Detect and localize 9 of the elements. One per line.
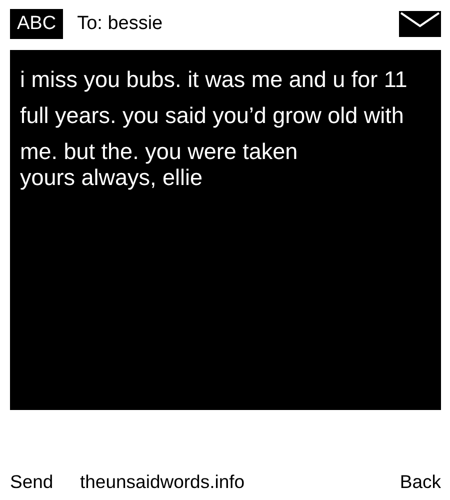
signature-text: yours always, ellie xyxy=(20,166,204,190)
website-label: theunsaidwords.info xyxy=(80,471,246,493)
recipient-label: To: bessie xyxy=(77,13,164,35)
message-area[interactable]: i miss you bubs. it was me and u for 11 full years. you said you’d grow old with me. but the. you were taken yours always, ellie xyxy=(10,50,441,410)
message-text: i miss you bubs. it was me and u for 11 full years. you said you’d grow old with me. but the. you were taken xyxy=(20,66,408,166)
send-softkey[interactable]: Send xyxy=(10,471,80,493)
input-mode-badge: ABC xyxy=(10,9,64,39)
envelope-icon xyxy=(399,11,441,37)
back-softkey[interactable]: Back xyxy=(400,471,441,493)
